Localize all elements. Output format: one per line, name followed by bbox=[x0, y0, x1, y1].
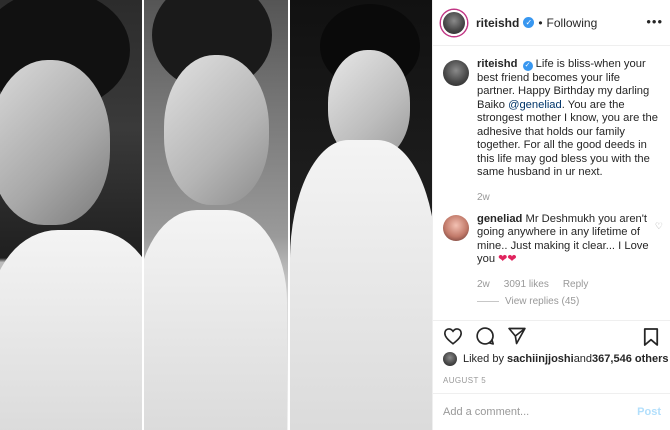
verified-badge-icon: ✓ bbox=[523, 17, 535, 28]
reply-text: geneliad Mr Deshmukh you aren't going an… bbox=[477, 213, 661, 267]
photo-panel-right bbox=[288, 0, 432, 430]
photo-panel-middle bbox=[142, 0, 288, 430]
face-shape bbox=[164, 55, 269, 205]
photo-panel-left bbox=[0, 0, 142, 430]
shirt-shape bbox=[290, 140, 432, 430]
likes-prefix: Liked by bbox=[463, 353, 504, 365]
caption-username[interactable]: riteishd bbox=[477, 58, 517, 70]
likes-count[interactable]: 367,546 others bbox=[592, 353, 668, 365]
caption-meta: 2w bbox=[477, 192, 661, 203]
comment-input[interactable] bbox=[443, 406, 638, 418]
caption-text: riteishd ✓ Life is bliss-when your best … bbox=[477, 58, 661, 180]
comment-box: Post bbox=[433, 393, 670, 430]
verified-badge-icon: ✓ bbox=[522, 60, 533, 71]
post-header: riteishd ✓ • Following ••• bbox=[433, 0, 670, 46]
post-button[interactable]: Post bbox=[637, 406, 661, 418]
bookmark-icon[interactable] bbox=[641, 327, 661, 347]
like-comment-heart-icon[interactable]: ♡ bbox=[655, 221, 663, 232]
shirt-shape bbox=[142, 210, 287, 430]
action-bar bbox=[433, 320, 670, 350]
liker-username[interactable]: sachiinjjoshi bbox=[507, 353, 574, 365]
reply-age[interactable]: 2w bbox=[477, 279, 490, 290]
face-shape bbox=[0, 60, 110, 225]
like-heart-icon[interactable] bbox=[443, 326, 463, 346]
comments-section: riteishd ✓ Life is bliss-when your best … bbox=[433, 58, 670, 308]
liker-avatar[interactable] bbox=[443, 352, 457, 366]
separator-dot: • bbox=[538, 15, 543, 30]
author-avatar[interactable] bbox=[443, 60, 469, 86]
post-sidebar: riteishd ✓ • Following ••• riteishd ✓ Li… bbox=[432, 0, 670, 430]
following-button[interactable]: Following bbox=[547, 16, 598, 30]
reply-comment: geneliad Mr Deshmukh you aren't going an… bbox=[433, 213, 670, 307]
view-replies-link[interactable]: View replies (45) bbox=[477, 296, 661, 307]
caption-comment: riteishd ✓ Life is bliss-when your best … bbox=[433, 58, 670, 203]
shirt-shape bbox=[0, 230, 142, 430]
reply-likes[interactable]: 3091 likes bbox=[504, 279, 549, 290]
view-replies-label[interactable]: View replies (45) bbox=[505, 296, 579, 307]
reply-username[interactable]: geneliad bbox=[477, 213, 522, 225]
author-avatar[interactable] bbox=[441, 9, 467, 36]
reply-button[interactable]: Reply bbox=[563, 279, 589, 290]
author-username[interactable]: riteishd bbox=[476, 16, 519, 30]
likes-middle: and bbox=[573, 353, 593, 365]
caption-age[interactable]: 2w bbox=[477, 192, 490, 203]
commenter-avatar[interactable] bbox=[443, 214, 469, 241]
heart-emoji-icon: ❤❤ bbox=[498, 253, 517, 265]
view-replies-line bbox=[477, 300, 499, 302]
reply-meta: 2w 3091 likes Reply bbox=[477, 279, 661, 290]
comment-bubble-icon[interactable] bbox=[475, 326, 495, 346]
likes-summary: Liked by sachiinjjoshi and 367,546 other… bbox=[443, 352, 668, 366]
post-date[interactable]: AUGUST 5 bbox=[443, 376, 486, 385]
mention-link[interactable]: @geneliad bbox=[508, 99, 562, 111]
more-options-icon[interactable]: ••• bbox=[646, 14, 663, 29]
panel-divider bbox=[142, 0, 144, 430]
panel-divider bbox=[288, 0, 290, 430]
post-image[interactable] bbox=[0, 0, 432, 430]
share-icon[interactable] bbox=[507, 326, 527, 346]
